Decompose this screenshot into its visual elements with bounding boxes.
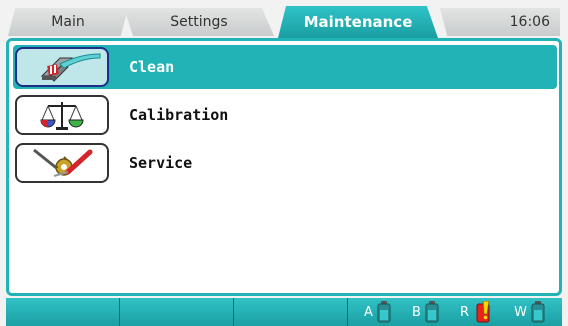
balance-scale-icon (15, 95, 109, 135)
tab-settings-label: Settings (170, 14, 228, 30)
menu-item-label: Service (129, 154, 193, 172)
softkey-2[interactable] (120, 298, 234, 326)
menu-item-service[interactable]: Service (13, 141, 557, 185)
tab-main-label: Main (51, 14, 85, 30)
menu-item-clean[interactable]: Clean (13, 45, 557, 89)
tab-settings[interactable]: Settings (124, 8, 274, 36)
clock-time: 16:06 (509, 14, 550, 30)
bottle-b: B (412, 301, 440, 323)
clock: 16:06 (439, 8, 560, 36)
softkey-3[interactable] (234, 298, 348, 326)
bottle-warning-icon (476, 301, 490, 323)
maintenance-panel: Clean Calibration Service (6, 38, 562, 296)
softkey-1[interactable] (6, 298, 120, 326)
menu-item-label: Clean (129, 58, 175, 76)
bottle-a: A (364, 301, 392, 323)
bottle-ok-icon (531, 301, 545, 323)
tools-gear-icon (15, 143, 109, 183)
bottle-letter: R (459, 304, 470, 320)
bottle-w: W (514, 301, 546, 323)
bottle-letter: W (514, 304, 527, 320)
bottle-letter: B (412, 304, 421, 320)
tab-maintenance[interactable]: Maintenance (278, 6, 438, 38)
tab-maintenance-label: Maintenance (303, 13, 413, 31)
bottle-r: R (460, 301, 494, 323)
status-bar: A B R W (6, 298, 562, 326)
tab-bar: Main Settings Maintenance 16:06 (0, 0, 568, 42)
bottle-ok-icon (377, 301, 391, 323)
bottle-status: A B R W (348, 298, 562, 326)
clean-brush-icon (15, 47, 109, 87)
menu-item-calibration[interactable]: Calibration (13, 93, 557, 137)
menu-item-label: Calibration (129, 106, 229, 124)
bottle-letter: A (364, 304, 373, 320)
tab-main[interactable]: Main (8, 8, 128, 36)
bottle-ok-icon (425, 301, 439, 323)
